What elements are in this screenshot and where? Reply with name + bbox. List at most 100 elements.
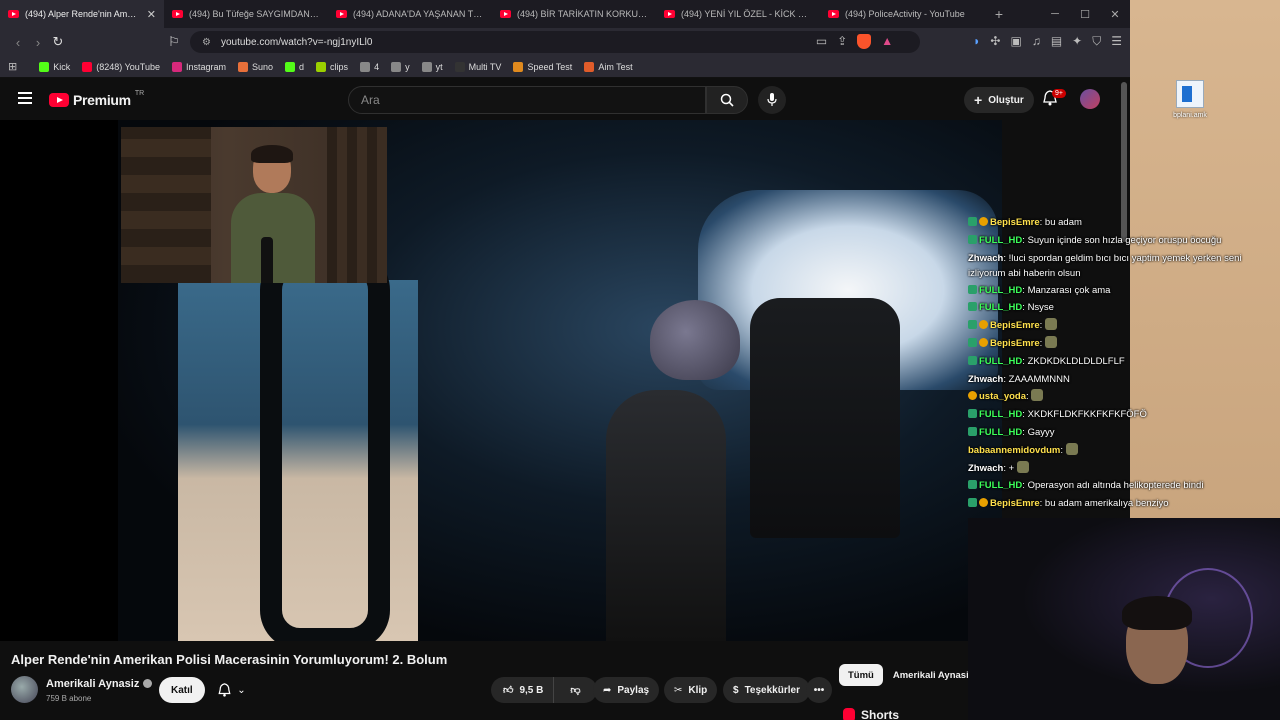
thanks-button[interactable]: $ Teşekkürler xyxy=(723,677,810,703)
bookmark-favicon-icon xyxy=(454,61,465,72)
channel-name[interactable]: Amerikali Aynasiz xyxy=(46,678,153,690)
share-page-icon[interactable]: ⇪ xyxy=(837,34,847,49)
emote-icon xyxy=(1016,460,1029,473)
chat-badge-icon xyxy=(968,217,977,226)
bookmark-favicon-icon xyxy=(82,61,93,72)
menu-icon[interactable]: ☰ xyxy=(1111,34,1122,49)
chat-badge-icon xyxy=(968,498,977,508)
browser-tab[interactable]: (494) BİR TARİKATIN KORKUNÇ SONU xyxy=(492,0,656,28)
subscription-bell-button[interactable]: ⌄ xyxy=(209,677,255,703)
bookmark-item[interactable]: d xyxy=(285,61,304,72)
thumbs-down-icon: 👎︎ xyxy=(570,685,581,696)
dislike-button[interactable]: 👎︎ xyxy=(560,684,590,696)
leo-icon[interactable]: ✦ xyxy=(1072,34,1082,49)
chat-username: FULL_HD xyxy=(979,284,1023,296)
more-actions-button[interactable]: ••• xyxy=(806,677,832,703)
join-label: Katıl xyxy=(171,684,193,696)
site-info-icon[interactable]: ⚙ xyxy=(202,37,211,48)
bookmark-label: Kick xyxy=(53,61,71,72)
bookmark-item[interactable]: Multi TV xyxy=(454,61,501,72)
youtube-logo[interactable]: Premium TR xyxy=(49,90,144,108)
bookmark-favicon-icon xyxy=(360,61,371,72)
youtube-favicon-icon xyxy=(828,10,839,18)
thanks-icon: $ xyxy=(733,684,739,696)
vpn-icon[interactable]: ◗ xyxy=(973,34,980,49)
youtube-play-icon xyxy=(49,93,69,107)
like-button[interactable]: 👍︎ 9,5 B xyxy=(491,677,555,703)
chat-badge-icon xyxy=(979,337,988,347)
new-tab-button[interactable]: + xyxy=(988,6,1010,22)
bookmark-item[interactable]: Suno xyxy=(238,61,274,72)
bookmark-item[interactable]: 4 xyxy=(360,61,379,72)
minimize-button[interactable]: ─ xyxy=(1040,0,1070,28)
search-button[interactable] xyxy=(706,86,748,114)
youtube-header: Premium TR Ara + Oluştur 9+ xyxy=(0,80,1130,120)
chat-username: FULL_HD xyxy=(979,234,1023,246)
bookmark-label: clips xyxy=(330,61,349,72)
bookmark-item[interactable]: (8248) YouTube xyxy=(82,61,160,72)
tab-title: (494) Alper Rende'nin Amerikan xyxy=(25,9,141,19)
maximize-button[interactable]: ☐ xyxy=(1070,0,1100,28)
account-avatar[interactable] xyxy=(1080,89,1100,109)
browser-tab[interactable]: (494) Alper Rende'nin Amerikan ✕ xyxy=(0,0,164,28)
close-window-button[interactable]: ✕ xyxy=(1100,0,1130,28)
hamburger-menu-icon[interactable] xyxy=(18,92,32,107)
clip-button[interactable]: ✂ Klip xyxy=(664,677,718,703)
chat-message: BepisEmre: bu adam amerikalıya benziyo xyxy=(968,495,1280,513)
bookmark-item[interactable]: yt xyxy=(421,61,443,72)
search-input[interactable]: Ara xyxy=(348,86,706,114)
bookmark-item[interactable]: Instagram xyxy=(171,61,226,72)
rewards-icon[interactable]: ▲ xyxy=(881,34,893,49)
bookmark-item[interactable]: clips xyxy=(316,61,349,72)
stream-chat-overlay: BepisEmre: bu adam FULL_HD: Suyun içinde … xyxy=(968,214,1280,520)
bookmark-item[interactable]: Aim Test xyxy=(584,61,633,72)
forward-icon[interactable]: › xyxy=(28,35,48,50)
share-icon: ➦ xyxy=(603,684,612,696)
video-player[interactable] xyxy=(0,120,1002,641)
shorts-label: Shorts xyxy=(861,708,900,720)
chat-badge-icon xyxy=(968,355,977,365)
brave-shield-icon[interactable] xyxy=(857,34,872,49)
sidebar-icon[interactable]: ▣ xyxy=(1010,34,1021,49)
bookmark-favicon-icon xyxy=(285,61,296,72)
shield-status-icon[interactable]: ⛉ xyxy=(1092,34,1101,49)
chat-username: Zhwach xyxy=(968,462,1004,474)
bookmark-label: y xyxy=(405,61,410,72)
cast-icon[interactable]: ▭ xyxy=(816,34,827,49)
bookmark-label: Suno xyxy=(252,61,274,72)
browser-tab[interactable]: (494) YENİ YIL ÖZEL - KİCK WRAPPED xyxy=(656,0,820,28)
url-field[interactable]: ⚙ youtube.com/watch?v=-ngj1nyILl0 xyxy=(190,31,920,53)
tab-bar: (494) Alper Rende'nin Amerikan ✕ (494) Bu … xyxy=(0,0,1130,28)
pip-person-shirt xyxy=(231,193,315,283)
create-button[interactable]: + Oluştur xyxy=(964,87,1034,113)
extensions-icon[interactable]: ✣ xyxy=(990,34,1000,49)
chat-username: BepisEmre xyxy=(990,217,1040,228)
bookmark-item[interactable]: Speed Test xyxy=(513,61,572,72)
chat-badge-icon xyxy=(968,284,977,294)
close-tab-icon[interactable]: ✕ xyxy=(147,8,156,21)
reload-icon[interactable]: ↻ xyxy=(48,34,68,50)
music-icon[interactable]: ♫ xyxy=(1032,34,1041,49)
bookmark-item[interactable]: y xyxy=(391,61,410,72)
apps-grid-icon[interactable]: ⊞ xyxy=(8,60,17,73)
window-controls: ─ ☐ ✕ xyxy=(1040,0,1130,28)
bookmark-favicon-icon xyxy=(391,61,402,72)
youtube-favicon-icon xyxy=(8,10,19,18)
channel-avatar[interactable] xyxy=(11,676,38,703)
bookmark-item[interactable]: Kick xyxy=(39,61,71,72)
chip-channel[interactable]: Amerikali Aynasiz xyxy=(891,664,976,686)
share-button[interactable]: ➦ Paylaş xyxy=(593,677,660,703)
bookmark-page-icon[interactable]: ⚐ xyxy=(164,34,184,50)
desktop-file-icon[interactable]: bplani.amk xyxy=(1170,80,1210,119)
browser-tab[interactable]: (494) PoliceActivity - YouTube xyxy=(820,0,984,28)
chip-all[interactable]: Tümü xyxy=(839,664,883,686)
wallet-icon[interactable]: ▤ xyxy=(1051,34,1062,49)
browser-tab[interactable]: (494) Bu Tüfeğe SAYGIMDAN Takım xyxy=(164,0,328,28)
browser-tab[interactable]: (494) ADANA'DA YAŞANAN TUHAF O xyxy=(328,0,492,28)
back-icon[interactable]: ‹ xyxy=(8,35,28,50)
tab-title: (494) PoliceActivity - YouTube xyxy=(845,9,965,19)
voice-search-button[interactable] xyxy=(758,86,786,114)
youtube-favicon-icon xyxy=(664,10,675,18)
chat-badge-icon xyxy=(968,391,977,401)
join-button[interactable]: Katıl xyxy=(159,677,205,703)
